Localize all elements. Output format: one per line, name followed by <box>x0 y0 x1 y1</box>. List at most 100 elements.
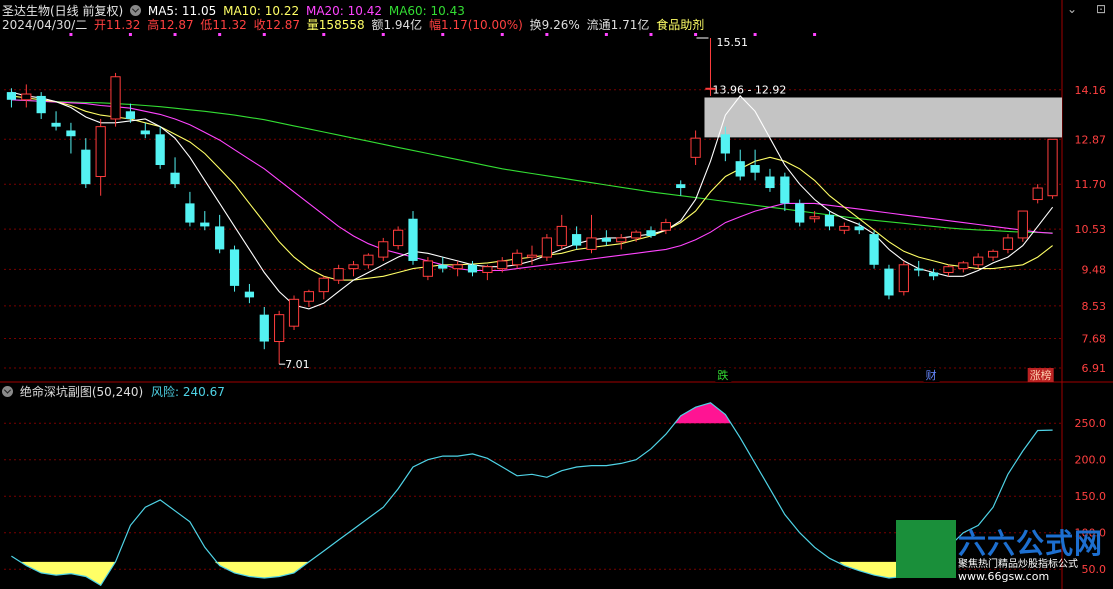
quote-volume: 量158558 <box>306 18 365 32</box>
candle <box>378 237 389 261</box>
quote-date: 2024/04/30/二 <box>2 18 88 32</box>
candle-body <box>422 260 433 277</box>
candle <box>780 172 790 212</box>
candle-body <box>81 149 91 185</box>
candle-body <box>21 93 32 101</box>
candle <box>244 283 255 304</box>
candle-body <box>378 241 389 258</box>
chart-window: 14.16 12.87 11.70 10.53 9.48 8.53 7.68 6.91 250.… <box>0 0 1113 589</box>
candle-body <box>467 264 478 273</box>
candle <box>482 264 493 281</box>
candle <box>333 264 344 284</box>
candle-body <box>526 254 538 258</box>
candle <box>422 257 433 281</box>
candle <box>854 222 864 235</box>
event-tag: 跌 <box>715 368 732 382</box>
logo-mark-icon <box>896 520 956 578</box>
sub-indicator-header: 绝命深坑副图(50,240) 风险: 240.67 <box>2 385 225 399</box>
candle-body <box>556 225 567 247</box>
candle <box>973 253 984 269</box>
candle-body <box>408 218 418 261</box>
collapse-icon[interactable]: ⌄ <box>1067 2 1077 16</box>
candle-body <box>155 134 165 166</box>
candle-body <box>140 130 150 135</box>
candle-body <box>36 95 46 114</box>
candle-body <box>66 130 76 137</box>
candle-body <box>884 268 894 296</box>
candle-body <box>795 203 805 223</box>
candle-body <box>541 237 552 258</box>
candle-body <box>914 268 924 271</box>
quote-sector[interactable]: 食品助剂 <box>656 18 704 32</box>
candle-body <box>6 92 17 100</box>
candle-body <box>170 172 180 185</box>
candle-body <box>869 234 879 265</box>
candle-body <box>1032 187 1043 201</box>
candle <box>155 126 165 169</box>
candle-body <box>259 314 269 342</box>
candle <box>408 211 418 265</box>
quote-amount: 额1.94亿 <box>371 18 423 32</box>
candle-body <box>660 222 671 231</box>
candle-body <box>393 229 404 247</box>
candle-body <box>452 264 463 270</box>
price-tick-label: 6.91 <box>1082 362 1107 375</box>
candle <box>601 230 611 246</box>
quote-amplitude: 幅1.17(10.00%) <box>429 18 523 32</box>
event-tag-label: 涨榜 <box>1030 368 1052 382</box>
candle-body <box>973 256 984 266</box>
candle-body <box>333 268 344 281</box>
event-tag: 财 <box>923 368 940 382</box>
candle <box>795 199 805 227</box>
candle-body <box>229 249 240 286</box>
candle-body <box>958 262 969 270</box>
range-label: 13.96 - 12.92 <box>712 83 786 96</box>
risk-value-label: 风险: 240.67 <box>151 385 225 399</box>
candle-body <box>438 264 448 269</box>
candle-body <box>572 234 582 246</box>
candle-body <box>943 266 954 273</box>
candle-body <box>497 260 508 270</box>
price-tick-label: 8.53 <box>1082 300 1107 313</box>
candle <box>95 118 106 196</box>
candle <box>81 138 91 189</box>
candle <box>288 295 300 331</box>
candle-body <box>824 214 835 227</box>
price-tick-label: 7.68 <box>1082 332 1107 345</box>
high-price-label: 15.51 <box>716 36 748 49</box>
candle <box>170 157 180 189</box>
candle <box>318 276 329 300</box>
candle-body <box>244 291 255 298</box>
quote-high: 高12.87 <box>147 18 194 32</box>
candle <box>259 306 269 350</box>
candle-body <box>274 314 285 343</box>
candle-body <box>110 76 121 120</box>
candle <box>958 260 969 273</box>
candle <box>200 211 210 231</box>
candle <box>36 92 46 119</box>
quote-low: 低11.32 <box>200 18 247 32</box>
candle-body <box>676 184 686 189</box>
candle <box>735 149 745 181</box>
candle <box>274 310 285 365</box>
risk-tick-label: 250.0 <box>1075 417 1107 430</box>
candle <box>1032 184 1043 204</box>
candle <box>303 289 315 307</box>
candle <box>869 230 879 269</box>
candle <box>914 260 924 277</box>
candle-body <box>601 237 611 242</box>
candle-body <box>928 272 939 277</box>
candle <box>140 122 150 139</box>
kline-chart: 14.16 12.87 11.70 10.53 9.48 8.53 7.68 6.91 250.… <box>0 0 1113 589</box>
settings-circle-icon[interactable] <box>130 5 142 16</box>
candle <box>765 168 775 192</box>
risk-tick-label: 150.0 <box>1075 490 1107 503</box>
price-tick-label: 11.70 <box>1075 178 1107 191</box>
candle-body <box>215 226 225 250</box>
maximize-icon[interactable]: ⊡ <box>1096 2 1106 16</box>
candle-body <box>348 264 359 270</box>
candle <box>1047 138 1058 199</box>
candle-body <box>690 137 701 158</box>
sub-settings-circle-icon[interactable] <box>2 386 13 397</box>
candle-body <box>303 291 315 302</box>
